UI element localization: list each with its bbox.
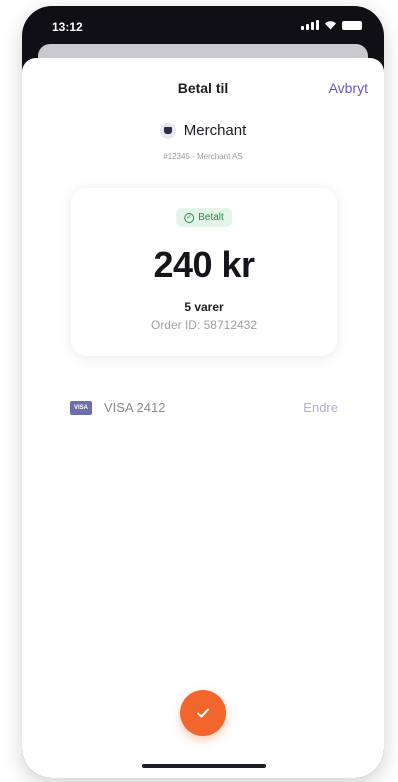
battery-icon <box>342 21 362 30</box>
status-badge-label: Betalt <box>198 212 224 223</box>
check-circle-icon: ✓ <box>184 212 195 223</box>
payment-method-row: VISA VISA 2412 Endre <box>70 400 338 415</box>
merchant-name: Merchant <box>183 122 247 139</box>
order-id: Order ID: 58712432 <box>150 318 258 332</box>
payment-sheet: Betal til Avbryt Merchant #12345 - Merch… <box>22 58 384 778</box>
status-icons <box>301 20 362 30</box>
wifi-icon <box>325 21 336 30</box>
phone-frame: 13:12 Betal til Avbryt Merchant #12345 -… <box>22 6 384 778</box>
order-summary-card: ✓ Betalt 240 kr 5 varer Order ID: 587124… <box>71 188 337 356</box>
status-bar: 13:12 <box>22 6 384 48</box>
confirm-button[interactable] <box>180 690 226 736</box>
status-badge: ✓ Betalt <box>176 208 232 227</box>
items-count: 5 varer <box>184 300 224 314</box>
status-time: 13:12 <box>52 20 83 34</box>
payment-method-label: VISA 2412 <box>104 400 166 415</box>
visa-card-icon: VISA <box>70 400 92 415</box>
merchant-icon <box>159 122 176 139</box>
cancel-button[interactable]: Avbryt <box>329 80 368 96</box>
home-indicator <box>142 764 266 768</box>
checkmark-icon <box>197 708 209 718</box>
merchant-subtitle: #12345 - Merchant AS <box>163 152 243 161</box>
signal-icon <box>301 20 319 30</box>
change-payment-button[interactable]: Endre <box>303 400 338 415</box>
merchant-row: Merchant <box>22 122 384 139</box>
order-amount: 240 kr <box>153 244 255 285</box>
